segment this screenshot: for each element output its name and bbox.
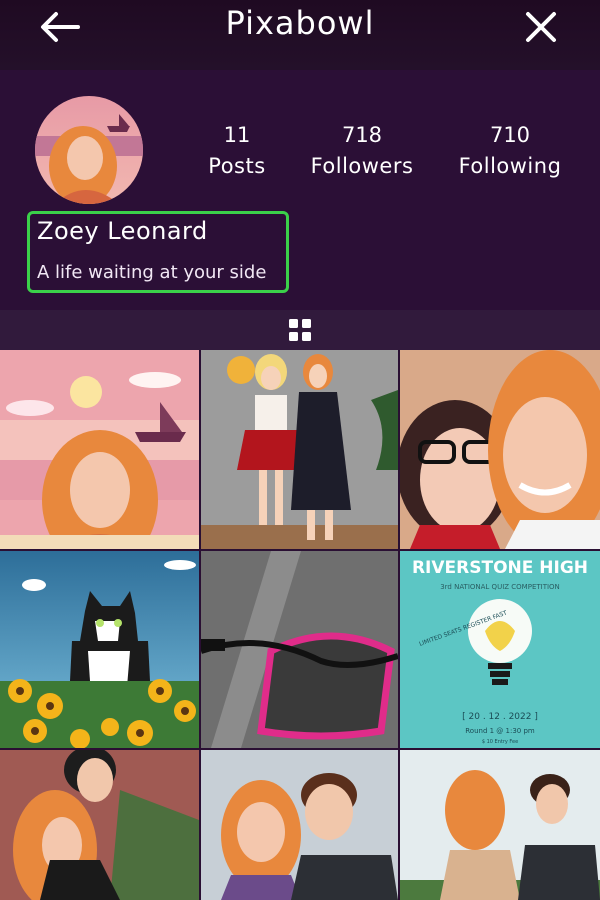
poster-subtitle: 3rd NATIONAL QUIZ COMPETITION <box>440 583 560 591</box>
profile-name: Zoey Leonard <box>37 217 208 245</box>
post-tile-9[interactable] <box>400 750 600 900</box>
stat-following[interactable]: 710 Following <box>452 120 568 182</box>
post-tile-6[interactable]: RIVERSTONE HIGH 3rd NATIONAL QUIZ COMPET… <box>400 551 600 748</box>
stat-posts[interactable]: 11 Posts <box>205 120 269 182</box>
post-image-bicycle <box>201 551 398 748</box>
app-title: Pixabowl <box>225 4 375 42</box>
profile-bio: A life waiting at your side <box>37 262 267 283</box>
followers-label: Followers <box>310 154 414 178</box>
posts-label: Posts <box>208 154 266 178</box>
post-tile-4[interactable] <box>0 551 199 748</box>
close-icon[interactable] <box>522 8 560 46</box>
stat-followers[interactable]: 718 Followers <box>304 120 420 182</box>
post-tile-3[interactable] <box>400 350 600 549</box>
grid-view-icon[interactable] <box>288 318 312 342</box>
poster-date: [ 20 . 12 . 2022 ] <box>462 712 538 722</box>
post-tile-5[interactable] <box>201 551 398 748</box>
poster-fee: $ 10 Entry Fee <box>482 739 518 745</box>
poster-round: Round 1 @ 1:30 pm <box>465 727 535 735</box>
post-image-couple-hug <box>0 750 199 900</box>
photo-grid: RIVERSTONE HIGH 3rd NATIONAL QUIZ COMPET… <box>0 350 600 900</box>
avatar[interactable] <box>35 96 143 204</box>
post-image-couple-portrait <box>201 750 398 900</box>
posts-count: 11 <box>223 123 251 147</box>
poster-title: RIVERSTONE HIGH <box>412 558 588 578</box>
post-image-sunset-portrait <box>0 350 199 549</box>
post-image-quiz-poster: RIVERSTONE HIGH 3rd NATIONAL QUIZ COMPET… <box>400 551 600 748</box>
post-tile-7[interactable] <box>0 750 199 900</box>
following-label: Following <box>458 154 562 178</box>
top-bar: Pixabowl <box>0 0 600 70</box>
post-tile-2[interactable] <box>201 350 398 549</box>
following-count: 710 <box>489 123 531 147</box>
post-image-couple-back <box>400 750 600 900</box>
followers-count: 718 <box>341 123 383 147</box>
post-image-two-friends <box>201 350 398 549</box>
post-image-cat-sunflowers <box>0 551 199 748</box>
post-tile-8[interactable] <box>201 750 398 900</box>
post-tile-1[interactable] <box>0 350 199 549</box>
post-image-selfie-friends <box>400 350 600 549</box>
